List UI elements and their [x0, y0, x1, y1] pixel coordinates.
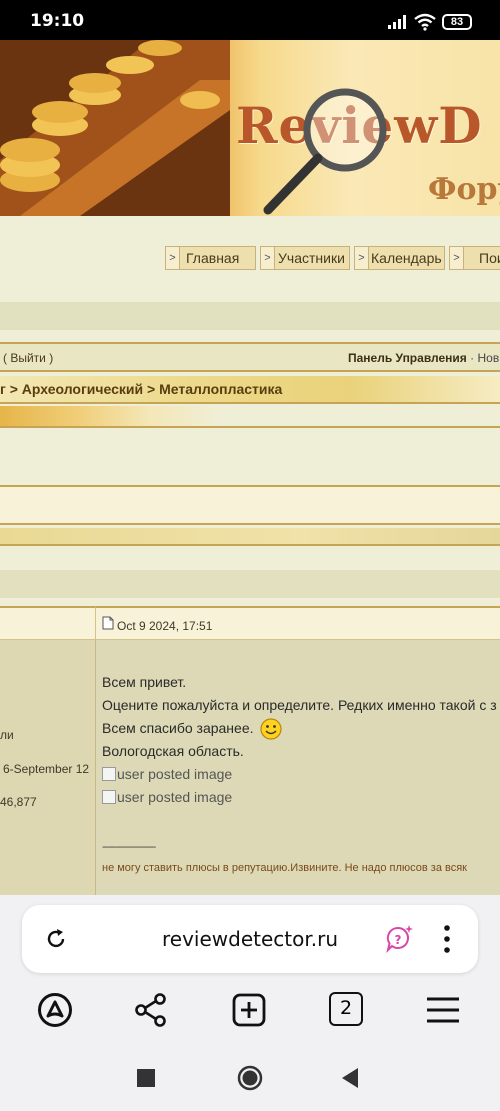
image-alt-text: user posted image [117, 789, 233, 805]
status-bar: 19:10 83 [0, 0, 500, 40]
control-panel-label: Панель Управления [348, 351, 467, 365]
nav-label: Пои [479, 250, 500, 266]
site-subtitle: Фору [428, 172, 500, 207]
author-post-count: 46,877 [0, 795, 37, 809]
user-bar: ( Выйти ) Панель Управления · Новы [0, 342, 500, 372]
nav-label: Главная [186, 250, 240, 266]
back-icon[interactable] [342, 1068, 360, 1088]
more-options-icon[interactable] [442, 924, 452, 954]
post-text-line: Всем привет. [102, 674, 187, 690]
breadcrumb: г > Археологический > Металлопластика [0, 376, 500, 404]
spacer [0, 548, 500, 570]
chevron-right-icon: > [261, 247, 275, 269]
divider-stripe [0, 330, 500, 342]
new-tab-icon[interactable] [231, 992, 267, 1028]
spacer [0, 430, 500, 485]
post-text-line: Всем спасибо заранее. [102, 720, 254, 736]
post-signature: не могу ставить плюсы в репутацию.Извини… [102, 862, 467, 874]
coins-illustration [0, 40, 230, 216]
post-author-info: ли 6-September 12 46,877 [0, 640, 96, 895]
assistant-icon[interactable]: ? [384, 923, 416, 955]
recents-icon[interactable] [137, 1069, 155, 1087]
image-alt-text: user posted image [117, 766, 233, 782]
post-body: Всем привет. Оцените пожалуйста и опреде… [96, 640, 500, 895]
spacer [0, 598, 500, 606]
author-registered: 6-September 12 [3, 762, 90, 776]
magnifier-icon [263, 88, 387, 215]
divider-stripe [0, 528, 500, 546]
logout-link[interactable]: ( Выйти ) [3, 351, 53, 365]
nav-home[interactable]: > Главная [165, 246, 256, 270]
smiley-icon [260, 718, 282, 740]
post-document-icon[interactable] [102, 616, 114, 630]
wifi-icon [414, 13, 436, 31]
svg-text:?: ? [395, 933, 402, 947]
signal-icon [388, 15, 406, 29]
nav-calendar[interactable]: > Календарь [354, 246, 445, 270]
chevron-right-icon: > [355, 247, 369, 269]
nav-label: Календарь [371, 250, 442, 266]
menu-icon[interactable] [425, 995, 461, 1025]
post-image[interactable]: user posted image [102, 789, 232, 805]
post-text-line: Вологодская область. [102, 743, 244, 759]
post-header: Oct 9 2024, 17:51 [96, 606, 500, 640]
nav-label: Участники [278, 250, 345, 266]
post-image[interactable]: user posted image [102, 766, 232, 782]
tabs-count-button[interactable]: 2 [329, 992, 363, 1026]
forum-banner: ReviewD Фору [0, 40, 500, 216]
broken-image-icon [102, 790, 116, 804]
control-panel-link[interactable]: Панель Управления · Новы [348, 351, 500, 365]
clock: 19:10 [30, 11, 85, 31]
battery-indicator: 83 [442, 14, 472, 30]
new-messages-link[interactable]: · Новы [467, 351, 500, 365]
nav-search[interactable]: > Пои [449, 246, 500, 270]
alice-assistant-icon[interactable] [37, 992, 73, 1028]
broken-image-icon [102, 767, 116, 781]
chevron-right-icon: > [166, 247, 180, 269]
address-bar[interactable]: reviewdetector.ru ? [22, 905, 478, 973]
divider-stripe [0, 302, 500, 330]
system-nav-bar [0, 1045, 500, 1111]
divider-gold [0, 406, 500, 428]
post-date: Oct 9 2024, 17:51 [117, 619, 213, 633]
chevron-right-icon: > [450, 247, 464, 269]
divider-stripe [0, 570, 500, 598]
signature-separator: -------------------- [102, 841, 156, 853]
nav-members[interactable]: > Участники [260, 246, 350, 270]
share-icon[interactable] [134, 992, 168, 1028]
topic-bar [0, 485, 500, 525]
post-text-line: Оцените пожалуйста и определите. Редких … [102, 697, 497, 713]
author-group: ли [0, 728, 14, 742]
breadcrumb-text[interactable]: г > Археологический > Металлопластика [0, 381, 282, 397]
home-icon[interactable] [237, 1065, 263, 1091]
post-author-header [0, 606, 96, 640]
